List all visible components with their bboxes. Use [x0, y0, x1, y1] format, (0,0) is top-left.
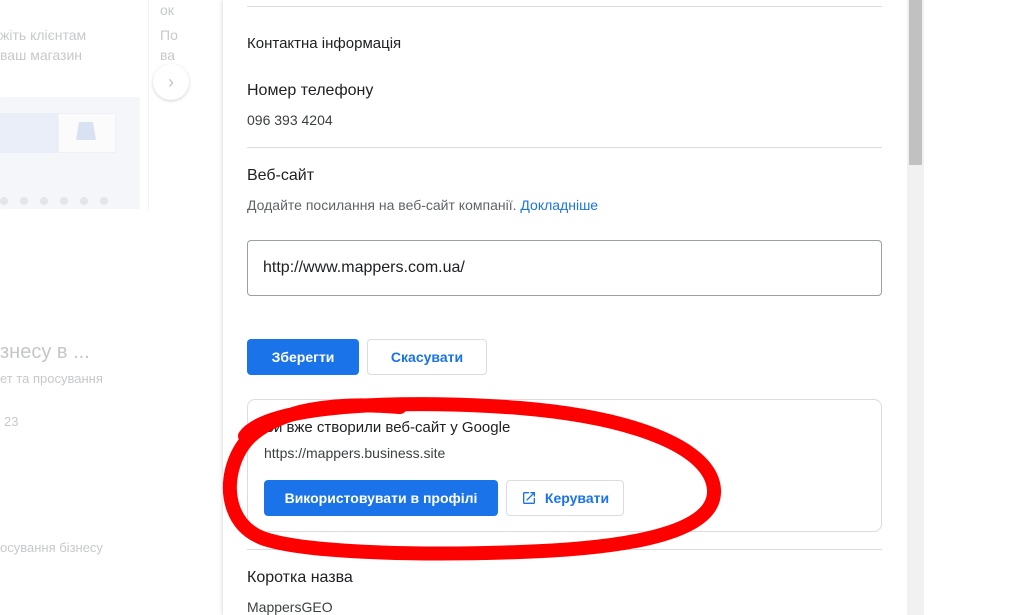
bg-section-heading: знесу в ...	[0, 341, 90, 363]
bg-rating-dots	[0, 197, 108, 205]
open-in-new-icon	[521, 490, 537, 506]
bg-card2-line1: По	[160, 27, 178, 43]
contact-info-title: Контактна інформація	[247, 35, 402, 52]
use-in-profile-button[interactable]: Використовувати в профілі	[264, 480, 498, 516]
bg-card2-line2: ва	[160, 47, 176, 63]
phone-label: Номер телефону	[247, 82, 374, 99]
cancel-button[interactable]: Скасувати	[367, 339, 487, 375]
bg-card-text-line1: жіть клієнтам	[0, 27, 87, 43]
bg-section-sub: ет та просування	[0, 371, 103, 386]
phone-value: 096 393 4204	[247, 112, 333, 128]
divider-short-name	[247, 549, 882, 550]
website-label: Веб-сайт	[247, 167, 315, 184]
background-right	[924, 0, 1023, 615]
carousel-next-icon[interactable]: ›	[153, 64, 189, 100]
short-name-label: Коротка назва	[247, 569, 353, 586]
divider-top	[247, 6, 882, 7]
website-help-text: Додайте посилання на веб-сайт компанії. …	[247, 197, 599, 213]
short-name-value: MappersGEO	[247, 599, 333, 615]
bg-card-text-line2: ваш магазин	[0, 47, 82, 63]
bg-image-illustration	[0, 113, 60, 153]
background-page: жіть клієнтам ваш магазин ок По ва › зне…	[0, 0, 223, 615]
divider-phone	[247, 147, 882, 148]
manage-label: Керувати	[544, 490, 610, 506]
bg-lamp-icon	[76, 122, 96, 140]
learn-more-link[interactable]: Докладніше	[520, 197, 598, 213]
bg-count: 23	[4, 414, 19, 429]
manage-button[interactable]: Керувати	[506, 480, 624, 516]
bg-bottom-text: осування бізнесу	[0, 540, 103, 555]
google-site-title: Ви вже створили веб-сайт у Google	[264, 419, 511, 436]
bg-divider	[148, 0, 149, 210]
scrollbar-thumb[interactable]	[909, 0, 922, 165]
save-button[interactable]: Зберегти	[247, 339, 359, 375]
website-input[interactable]	[247, 240, 882, 296]
bg-card2-title: ок	[160, 2, 174, 18]
google-site-url: https://mappers.business.site	[264, 445, 446, 461]
